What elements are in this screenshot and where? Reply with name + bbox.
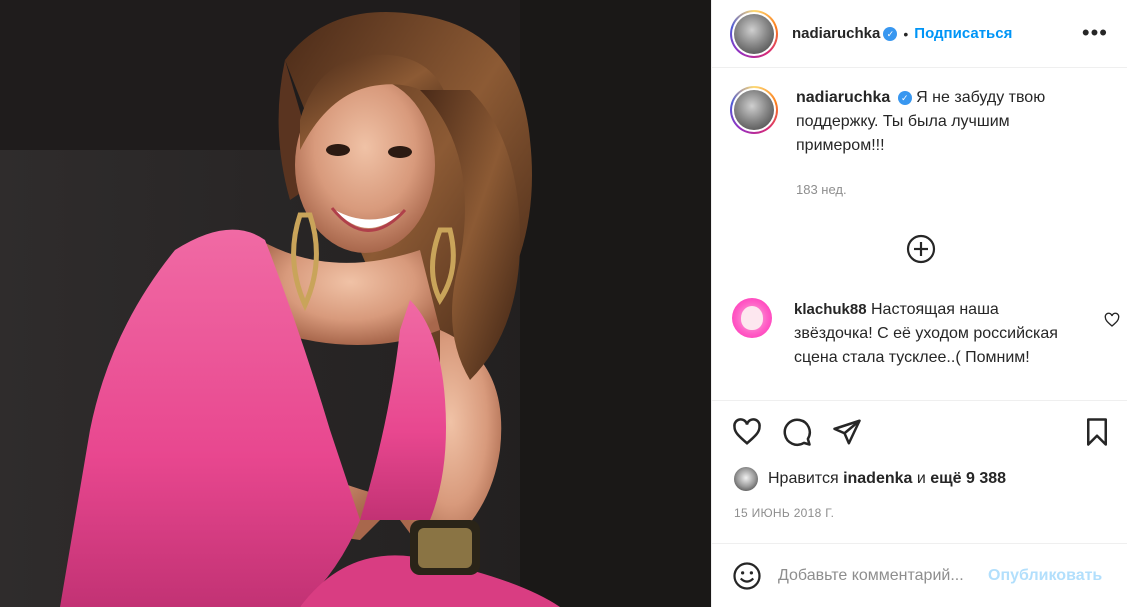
likes-connector: и [916,470,926,487]
commenter-avatar[interactable] [732,298,772,338]
caption-text-block: nadiaruchka ✓ Я не забуду твою поддержку… [796,86,1081,158]
woman-in-pink-dress-image [0,0,711,607]
follow-button[interactable]: Подписаться [914,25,1012,42]
comment-icon[interactable] [782,417,812,447]
heart-icon[interactable] [732,417,762,447]
bookmark-icon[interactable] [1082,417,1112,447]
post-date[interactable]: 15 ИЮНЬ 2018 Г. [734,506,834,520]
comment-text-block: klachuk88 Настоящая наша звёздочка! С её… [794,298,1074,370]
instagram-post-view: nadiaruchka ✓ • Подписаться ••• nadiaruc… [0,0,1127,607]
commenter-username[interactable]: klachuk88 [794,301,867,318]
post-side-panel: nadiaruchka ✓ • Подписаться ••• nadiaruc… [711,0,1127,607]
load-more-comments-button[interactable] [905,233,937,265]
liker-username[interactable]: inadenka [843,470,912,488]
heart-icon[interactable] [1104,312,1120,328]
likes-summary: Нравится inadenka и ещё 9 388 [734,467,1006,491]
smiley-icon[interactable] [732,561,762,591]
publish-button[interactable]: Опубликовать [988,567,1102,585]
caption-author-avatar[interactable] [730,86,778,134]
plus-circle-icon [906,234,936,264]
author-avatar[interactable] [730,9,778,58]
more-options-icon[interactable]: ••• [1082,20,1108,46]
author-username[interactable]: nadiaruchka [792,25,880,42]
separator-dot: • [903,25,909,42]
comment-item: klachuk88 Настоящая наша звёздочка! С её… [730,298,1120,370]
caption-time-ago[interactable]: 183 нед. [796,182,847,197]
likes-count[interactable]: ещё 9 388 [930,470,1006,488]
comment-input[interactable] [778,566,986,585]
post-caption: nadiaruchka ✓ Я не забуду твою поддержку… [730,86,1110,158]
add-comment-bar: Опубликовать [712,543,1127,607]
verified-badge-icon: ✓ [883,26,898,41]
likes-prefix: Нравится [768,470,839,487]
post-actions-bar [712,400,1127,464]
post-photo[interactable] [0,0,711,607]
verified-badge-icon: ✓ [897,90,912,105]
liker-avatar[interactable] [734,467,758,491]
caption-author-username[interactable]: nadiaruchka [796,89,890,106]
paper-plane-icon[interactable] [832,417,862,447]
post-header: nadiaruchka ✓ • Подписаться ••• [712,0,1127,68]
